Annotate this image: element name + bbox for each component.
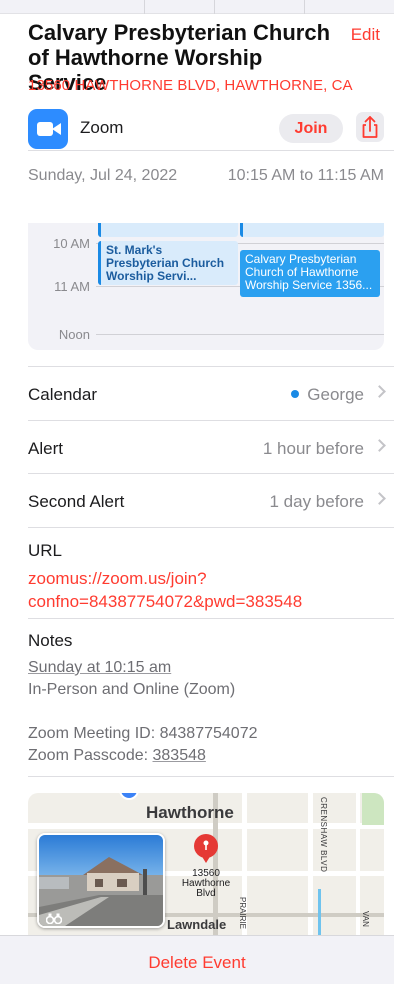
notes-date-link[interactable]: Sunday at 10:15 am [28,659,171,676]
notes-line: In-Person and Online (Zoom) [28,681,236,698]
video-call-row: Zoom Join [28,108,384,149]
event-date: Sunday, Jul 24, 2022 [28,167,178,184]
alert-value: 1 hour before [262,439,364,458]
calendar-name: George [307,385,364,404]
hour-line [96,334,384,335]
map-road [28,823,384,829]
pin-address-label: 13560 Hawthorne Blvd [168,869,244,899]
bottom-action-bar: Delete Event [0,935,394,984]
map-marker-icon [119,793,139,800]
preview-event-prior [98,223,238,237]
divider [28,618,394,619]
calendar-row[interactable]: Calendar George [28,367,386,420]
divider [28,776,394,777]
notes-passcode-label: Zoom Passcode: [28,747,153,764]
preview-event: St. Mark's Presbyterian Church Worship S… [98,241,238,285]
map-pin-icon [194,834,218,863]
alert-label: Alert [28,439,63,458]
event-time-range: 10:15 AM to 11:15 AM [227,167,384,184]
calendar-label: Calendar [28,385,97,404]
divider [28,150,394,151]
map-street-label: CRENSHAW BLVD [319,797,328,873]
event-datetime: Sunday, Jul 24, 2022 10:15 AM to 11:15 A… [28,167,384,185]
preview-event-selected: Calvary Presbyterian Church of Hawthorne… [240,250,380,297]
location-map[interactable]: Hawthorne CRENSHAW BLVD PRAIRIE VAN Lawn… [28,793,384,935]
zoom-camera-icon [28,109,68,149]
hour-label: 11 AM [54,279,90,294]
share-button[interactable] [356,112,384,142]
notes-line: Zoom Meeting ID: 84387754072 [28,725,258,742]
map-water [318,889,321,935]
calendar-color-dot [291,389,300,398]
url-link[interactable]: zoomus://zoom.us/join? confno=8438775407… [28,567,302,613]
strip-divider [144,0,145,14]
divider [28,527,394,528]
event-address[interactable]: 13560 HAWTHORNE BLVD, HAWTHORNE, CA [28,77,353,94]
top-edge-strip [0,0,394,14]
calendar-value: George [291,385,364,405]
preview-event-prior [240,223,384,237]
look-around-preview[interactable] [37,833,165,928]
second-alert-label: Second Alert [28,492,125,511]
video-call-label: Zoom [80,118,124,137]
notes-label: Notes [28,631,73,650]
pin-label-line: Blvd [196,888,216,899]
map-area-label: Lawndale [167,917,227,932]
url-line: confno=84387754072&pwd=383548 [28,592,303,611]
hour-label: Noon [58,327,90,342]
join-button[interactable]: Join [279,114,343,143]
delete-event-button[interactable]: Delete Event [0,953,394,973]
hour-label: 10 AM [53,236,90,251]
second-alert-row[interactable]: Second Alert 1 day before [28,474,386,527]
map-city-label: Hawthorne [146,803,234,822]
second-alert-value: 1 day before [269,492,364,511]
map-street-label: VAN [361,911,370,927]
url-line: zoomus://zoom.us/join? [28,569,207,588]
alert-row[interactable]: Alert 1 hour before [28,421,386,474]
url-label: URL [28,541,63,560]
chevron-right-icon [373,492,386,505]
strip-divider [304,0,305,14]
notes-passcode-link[interactable]: 383548 [153,747,206,764]
notes-body: Sunday at 10:15 am In-Person and Online … [28,657,257,767]
strip-divider [214,0,215,14]
day-preview[interactable]: 10 AM 11 AM Noon St. Mark's Presbyterian… [28,223,384,350]
share-icon [362,116,378,138]
map-park [362,793,384,825]
binoculars-icon [46,913,62,924]
edit-button[interactable]: Edit [351,25,380,45]
chevron-right-icon [373,439,386,452]
chevron-right-icon [373,385,386,398]
map-street-label: PRAIRIE [238,897,247,930]
